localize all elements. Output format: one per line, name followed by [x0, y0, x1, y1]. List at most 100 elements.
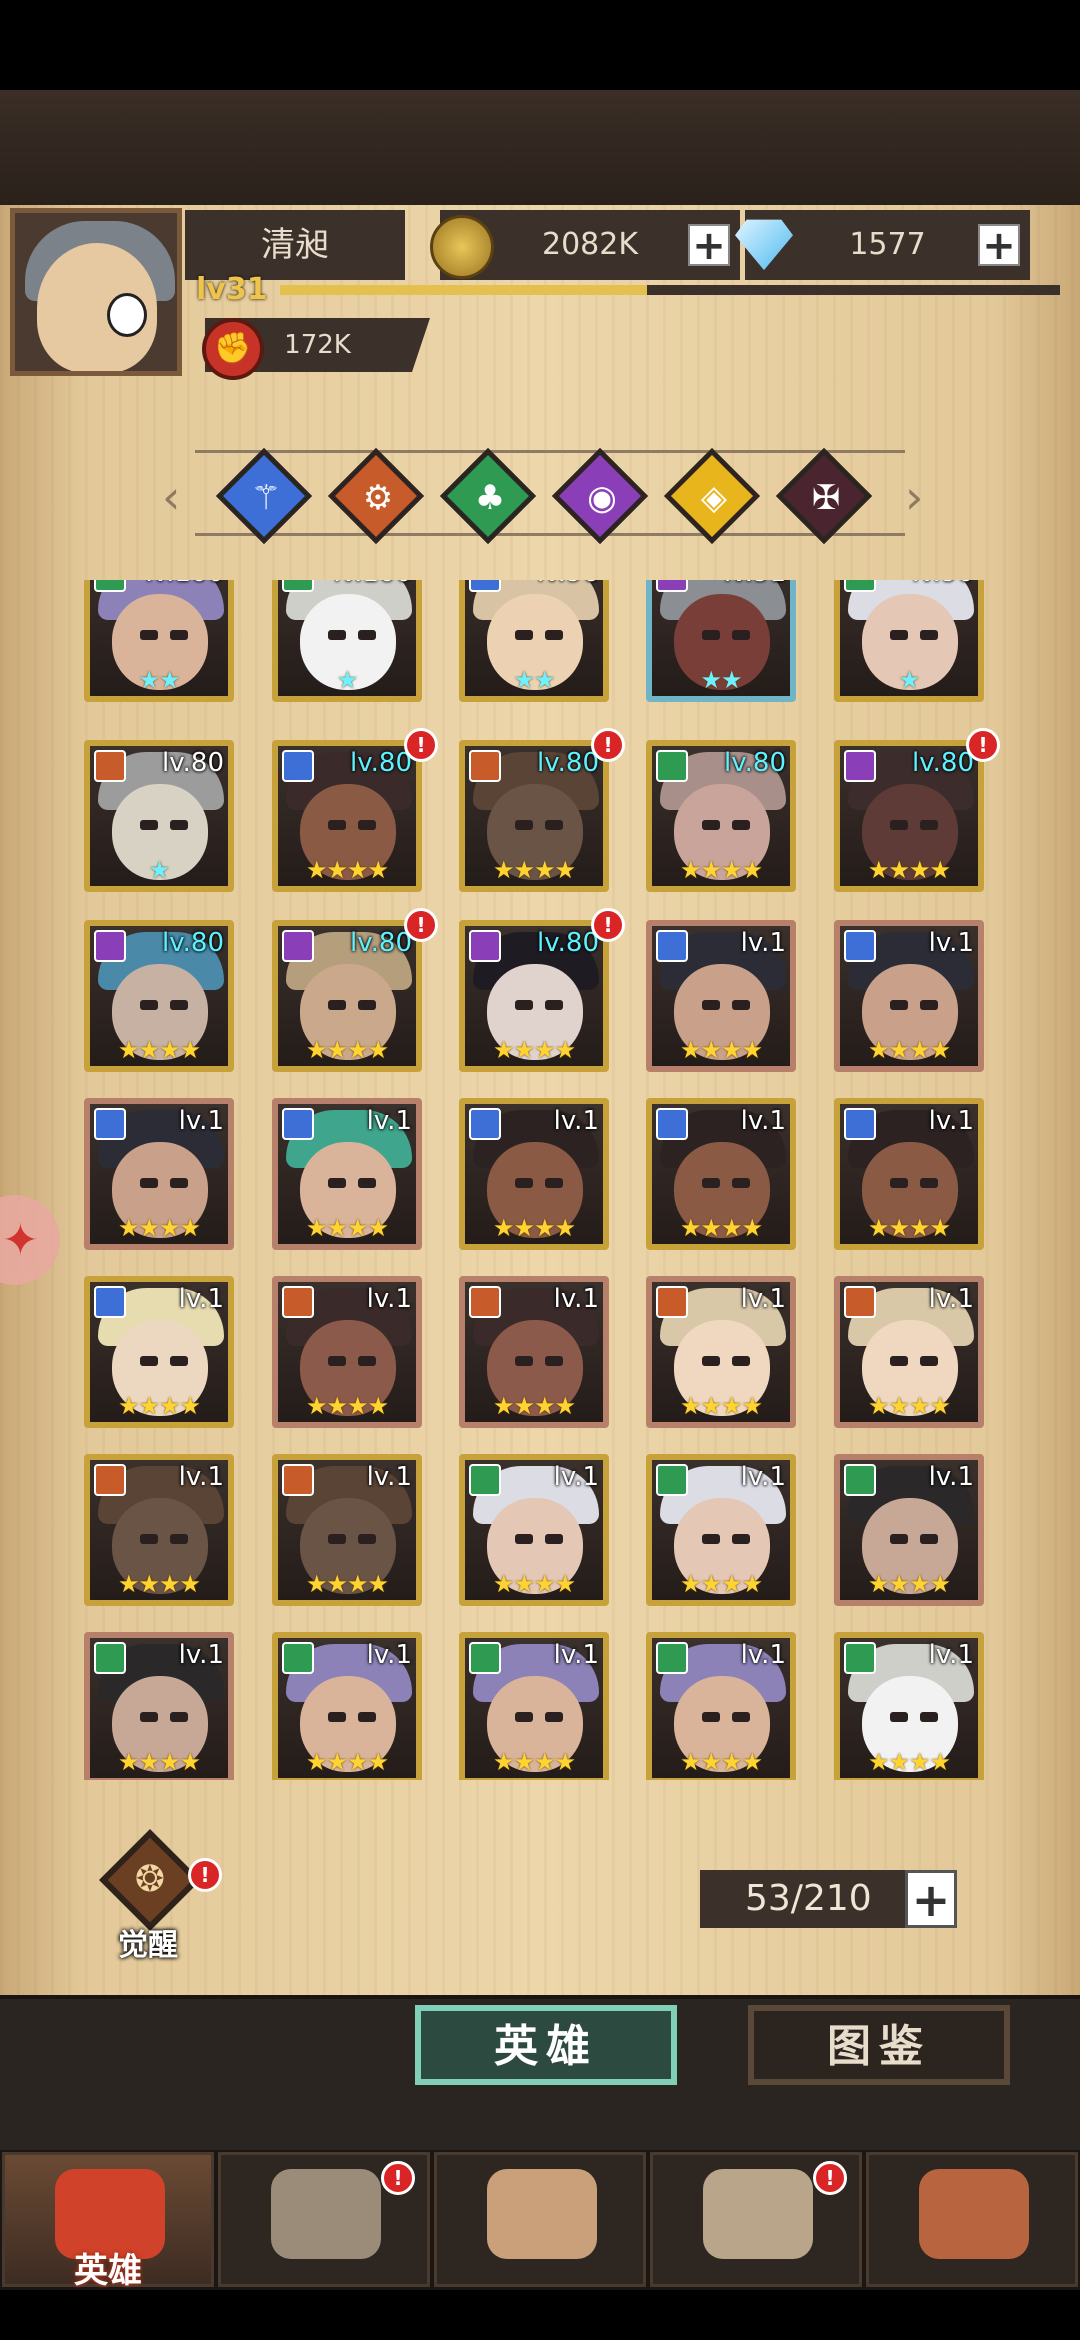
hero-eye	[515, 1178, 533, 1188]
hero-eye	[515, 1534, 533, 1544]
hero-stars: ★★★★	[492, 1570, 576, 1598]
add-gems-button[interactable]: +	[978, 224, 1020, 266]
hero-stars: ★★★★	[305, 1214, 389, 1242]
hero-level: lv.80	[724, 748, 786, 778]
hero-eye	[702, 820, 720, 830]
hero-card[interactable]: lv.1 ★★★★	[646, 1454, 796, 1606]
hero-card[interactable]: lv.91 ★★	[646, 580, 796, 702]
hero-card[interactable]: lv.80 ★★★★	[84, 920, 234, 1072]
hero-card[interactable]: lv.80 ★★★★	[459, 920, 609, 1072]
hero-eye	[170, 1534, 188, 1544]
hero-alert-badge: !	[591, 728, 625, 762]
hero-card[interactable]: lv.1 ★★★★	[646, 1632, 796, 1780]
hero-card[interactable]: lv.1 ★★★★	[646, 1098, 796, 1250]
hero-level: lv.96	[537, 580, 599, 588]
hero-card[interactable]: lv.1 ★★★★	[834, 1632, 984, 1780]
hero-card[interactable]: lv.1 ★★★★	[84, 1454, 234, 1606]
hero-eye	[328, 1178, 346, 1188]
hero-eye	[890, 630, 908, 640]
hero-card[interactable]: lv.80 ★★★★	[272, 920, 422, 1072]
gear-class-filter[interactable]: ⚙	[327, 447, 425, 545]
hero-card[interactable]: lv.1 ★★★★	[459, 1632, 609, 1780]
guild-handshake-icon	[919, 2169, 1029, 2259]
hero-card[interactable]: lv.1 ★★★★	[84, 1632, 234, 1780]
hero-eye	[732, 1178, 750, 1188]
eye-class-filter[interactable]: ◈	[663, 447, 761, 545]
avatar-eye	[107, 293, 147, 337]
nav-item-hero-helmet[interactable]: 英雄	[2, 2152, 214, 2291]
skull-class-filter[interactable]: ✠	[775, 447, 873, 545]
hero-card[interactable]: lv.80 ★★★★	[459, 740, 609, 892]
hero-card[interactable]: lv.1 ★★★★	[84, 1276, 234, 1428]
hero-card[interactable]: lv.1 ★★★★	[272, 1276, 422, 1428]
hero-stars: ★★★★	[679, 856, 763, 884]
staff-class-filter[interactable]: ⚚	[215, 447, 313, 545]
hero-stars: ★★★★	[117, 1392, 201, 1420]
hero-card[interactable]: lv.1 ★★★★	[834, 1276, 984, 1428]
hero-class-icon	[656, 750, 688, 782]
hero-stars: ★★★★	[305, 1570, 389, 1598]
hero-eye	[545, 1534, 563, 1544]
hero-stars: ★★★★	[117, 1570, 201, 1598]
hero-card[interactable]: lv.1 ★★★★	[646, 1276, 796, 1428]
hero-card[interactable]: lv.1 ★★★★	[459, 1098, 609, 1250]
nav-item-map-flag[interactable]: !	[218, 2152, 430, 2287]
hero-eye	[702, 1178, 720, 1188]
hero-card[interactable]: lv.1 ★★★★	[272, 1632, 422, 1780]
hero-class-icon	[844, 580, 876, 592]
hero-card[interactable]: lv.1 ★★★★	[459, 1454, 609, 1606]
hero-card[interactable]: lv.80 ★★★★	[834, 740, 984, 892]
hero-eye	[358, 820, 376, 830]
hero-class-icon	[656, 930, 688, 962]
hero-card[interactable]: lv.96 ★★	[459, 580, 609, 702]
xp-bar-fill	[280, 285, 647, 295]
add-gold-button[interactable]: +	[688, 224, 730, 266]
tab-codex[interactable]: 图鉴	[748, 2005, 1010, 2085]
orb-class-filter[interactable]: ◉	[551, 447, 649, 545]
hero-eye	[702, 1000, 720, 1010]
hero-stars: ★★★★	[867, 1570, 951, 1598]
hero-card[interactable]: lv.80 ★★★★	[646, 740, 796, 892]
hero-class-icon	[94, 1108, 126, 1140]
hero-eye	[702, 1356, 720, 1366]
nav-item-castle[interactable]: !	[650, 2152, 862, 2287]
hero-stars: ★★★★	[492, 1748, 576, 1776]
hero-eye	[140, 1356, 158, 1366]
player-avatar[interactable]	[10, 208, 182, 376]
tab-heroes[interactable]: 英雄	[415, 2005, 677, 2085]
hero-eye	[545, 1178, 563, 1188]
hero-eye	[890, 1000, 908, 1010]
hero-eye	[140, 1178, 158, 1188]
hero-stars: ★★★★	[305, 1036, 389, 1064]
hero-card[interactable]: lv.1 ★★★★	[272, 1098, 422, 1250]
hero-level: lv.1	[178, 1640, 224, 1670]
hero-eye	[702, 1712, 720, 1722]
hero-level: lv.1	[740, 1284, 786, 1314]
battle-swords-icon	[487, 2169, 597, 2259]
hero-card[interactable]: lv.90 ★	[834, 580, 984, 702]
hero-card[interactable]: lv.1 ★★★★	[834, 920, 984, 1072]
system-nav-area	[0, 2290, 1080, 2340]
nav-item-guild-handshake[interactable]	[866, 2152, 1078, 2287]
hero-card[interactable]: lv.1 ★★★★	[834, 1454, 984, 1606]
clover-class-filter[interactable]: ♣	[439, 447, 537, 545]
hero-card[interactable]: lv.1 ★★★★	[459, 1276, 609, 1428]
hero-card[interactable]: lv.1 ★★★★	[646, 920, 796, 1072]
nav-item-battle-swords[interactable]	[434, 2152, 646, 2287]
hero-card[interactable]: lv.1 ★★★★	[84, 1098, 234, 1250]
hero-card[interactable]: lv.80 ★★★★	[272, 740, 422, 892]
awaken-button[interactable]: ❂ !	[99, 1829, 222, 1931]
hero-eye	[890, 1534, 908, 1544]
hero-card[interactable]: lv.1 ★★★★	[834, 1098, 984, 1250]
hero-eye	[920, 1712, 938, 1722]
hero-stars: ★★★★	[679, 1748, 763, 1776]
hero-eye	[545, 1356, 563, 1366]
hero-stars: ★★★★	[867, 1036, 951, 1064]
hero-card[interactable]: lv.1 ★★★★	[272, 1454, 422, 1606]
hero-eye	[890, 1356, 908, 1366]
expand-roster-button[interactable]: +	[905, 1870, 957, 1928]
hero-stars: ★★★★	[492, 1214, 576, 1242]
hero-card[interactable]: lv.80 ★	[84, 740, 234, 892]
hero-card[interactable]: lv.100 ★	[272, 580, 422, 702]
hero-card[interactable]: lv.100 ★★	[84, 580, 234, 702]
